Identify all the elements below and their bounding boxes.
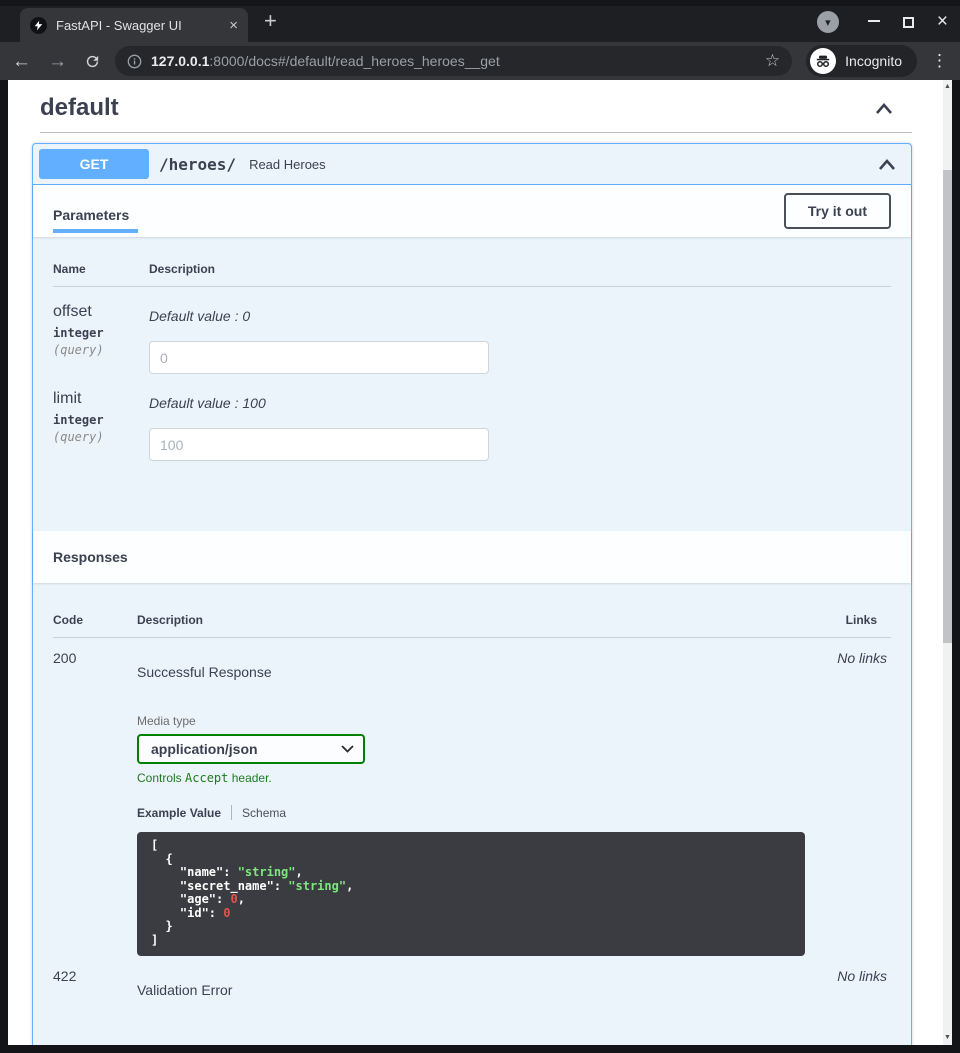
parameter-name: limit <box>53 390 149 408</box>
tab-title: FastAPI - Swagger UI <box>56 18 223 33</box>
note-prefix: Controls <box>137 771 185 785</box>
media-type-select-wrap: application/json <box>137 734 365 764</box>
browser-window: FastAPI - Swagger UI × + ▾ × ← → 127.0.0… <box>0 0 960 1053</box>
parameters-table-header: Name Description <box>53 262 891 287</box>
tab-strip: FastAPI - Swagger UI × + ▾ × <box>0 0 960 42</box>
incognito-label: Incognito <box>845 53 902 69</box>
scrollbar-up-icon[interactable]: ▲ <box>943 82 952 92</box>
example-tabs: Example Value Schema <box>137 805 805 820</box>
new-tab-icon[interactable]: + <box>264 10 277 32</box>
response-row-422: 422 Validation Error No links <box>53 966 891 998</box>
parameter-name: offset <box>53 303 149 321</box>
incognito-badge: Incognito <box>806 45 917 77</box>
tab-parameters[interactable]: Parameters <box>53 207 138 233</box>
col-code: Code <box>53 613 137 627</box>
page-title: default <box>40 94 119 122</box>
parameter-name-cell: offset integer (query) <box>53 303 149 374</box>
site-info-icon[interactable] <box>127 54 142 69</box>
parameter-description-cell: Default value : 100 <box>149 390 891 461</box>
url-bar[interactable]: 127.0.0.1:8000/docs#/default/read_heroes… <box>115 46 792 76</box>
section-divider <box>40 132 912 133</box>
tab-close-icon[interactable]: × <box>229 17 238 34</box>
response-links: No links <box>805 966 891 998</box>
media-type-label: Media type <box>137 714 805 728</box>
col-name: Name <box>53 262 149 276</box>
note-code: Accept <box>185 771 228 785</box>
menu-icon[interactable]: ⋮ <box>931 51 948 71</box>
window-frame-top <box>0 0 960 6</box>
response-description-cell: Validation Error <box>137 966 805 998</box>
parameter-row-limit: limit integer (query) Default value : 10… <box>53 390 891 461</box>
example-code[interactable]: [ { "name": "string", "secret_name": "st… <box>137 832 805 956</box>
media-type-select[interactable]: application/json <box>137 734 365 764</box>
parameter-default: Default value : 0 <box>149 308 891 324</box>
forward-icon[interactable]: → <box>48 52 67 71</box>
fastapi-favicon-icon <box>30 17 47 34</box>
opblock-get-heroes: GET /heroes/ Read Heroes Parameters Try … <box>32 143 912 1045</box>
response-code: 200 <box>53 648 137 956</box>
http-method-badge: GET <box>39 149 149 179</box>
accept-header-note: Controls Accept header. <box>137 771 805 785</box>
parameters-header: Parameters Try it out <box>33 185 911 237</box>
parameter-name-cell: limit integer (query) <box>53 390 149 461</box>
limit-input[interactable] <box>149 428 489 461</box>
scrollbar-thumb[interactable] <box>943 170 952 643</box>
tag-section-header: default <box>40 94 894 122</box>
response-description-cell: Successful Response Media type applicati… <box>137 648 805 956</box>
tab-schema[interactable]: Schema <box>242 806 286 820</box>
parameter-type: integer <box>53 413 149 427</box>
parameter-row-offset: offset integer (query) Default value : 0 <box>53 303 891 374</box>
col-description: Description <box>149 262 891 276</box>
try-it-out-button[interactable]: Try it out <box>784 193 891 229</box>
window-close-icon[interactable]: × <box>937 15 948 29</box>
endpoint-summary: Read Heroes <box>249 157 326 172</box>
browser-tab[interactable]: FastAPI - Swagger UI × <box>20 8 248 42</box>
col-description: Description <box>137 613 805 627</box>
page-scrollbar[interactable]: ▲ ▼ <box>943 80 952 1045</box>
endpoint-path: /heroes/ <box>159 155 236 174</box>
col-links: Links <box>805 613 891 627</box>
note-suffix: header. <box>228 771 271 785</box>
window-controls: ▾ × <box>817 11 948 33</box>
responses-body: Code Description Links 200 Successful Re… <box>33 583 911 1045</box>
minimize-icon[interactable] <box>868 20 880 22</box>
parameter-type: integer <box>53 326 149 340</box>
reload-icon[interactable] <box>84 53 101 70</box>
responses-table-header: Code Description Links <box>53 613 891 638</box>
parameter-in: (query) <box>53 430 149 444</box>
offset-input[interactable] <box>149 341 489 374</box>
maximize-icon[interactable] <box>903 17 914 28</box>
responses-header: Responses <box>33 531 911 583</box>
bookmark-star-icon[interactable]: ☆ <box>765 51 780 71</box>
response-row-200: 200 Successful Response Media type appli… <box>53 648 891 956</box>
url-text[interactable]: 127.0.0.1:8000/docs#/default/read_heroes… <box>151 53 500 69</box>
url-path: :8000/docs#/default/read_heroes_heroes__… <box>209 53 499 69</box>
responses-title: Responses <box>53 549 128 565</box>
incognito-icon <box>810 48 836 74</box>
tab-separator <box>231 805 232 820</box>
response-description: Successful Response <box>137 664 805 680</box>
opblock-summary[interactable]: GET /heroes/ Read Heroes <box>33 144 911 185</box>
back-icon[interactable]: ← <box>12 52 31 71</box>
response-links: No links <box>805 648 891 956</box>
response-code: 422 <box>53 966 137 998</box>
parameter-description-cell: Default value : 0 <box>149 303 891 374</box>
collapse-section-icon[interactable] <box>874 102 894 115</box>
parameters-body: Name Description offset integer (query) … <box>33 237 911 531</box>
collapse-operation-icon[interactable] <box>877 158 897 171</box>
tab-example-value[interactable]: Example Value <box>137 806 221 820</box>
tab-search-icon[interactable]: ▾ <box>817 11 839 33</box>
swagger-page: default GET /heroes/ Read Heroes Paramet… <box>8 80 952 1045</box>
scrollbar-down-icon[interactable]: ▼ <box>943 1033 952 1043</box>
parameter-in: (query) <box>53 343 149 357</box>
response-description: Validation Error <box>137 982 805 998</box>
browser-toolbar: ← → 127.0.0.1:8000/docs#/default/read_he… <box>0 42 960 80</box>
parameter-default: Default value : 100 <box>149 395 891 411</box>
url-host: 127.0.0.1 <box>151 53 209 69</box>
